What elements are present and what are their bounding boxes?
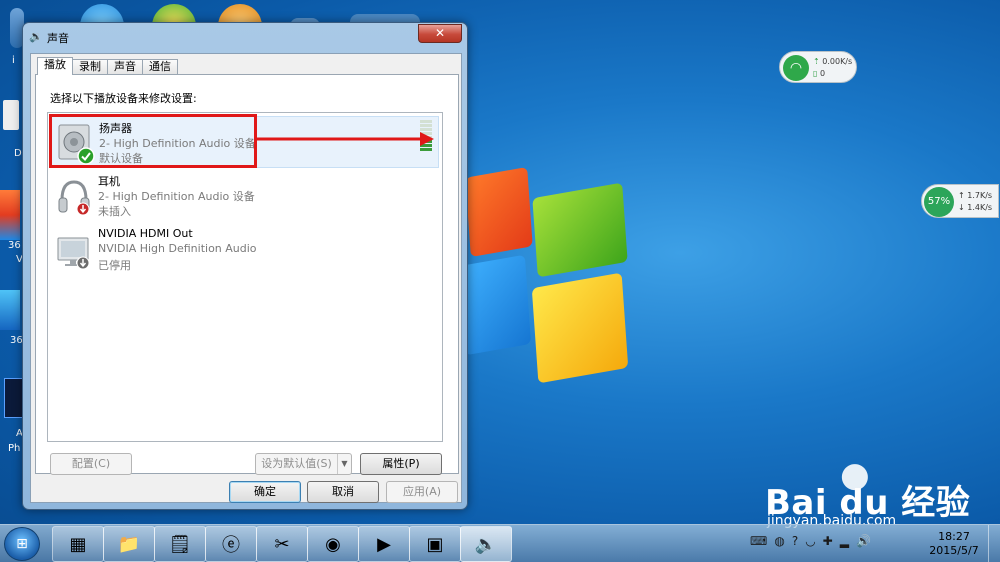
- shield-plus-icon[interactable]: ✚: [823, 534, 833, 548]
- device-status: 已停用: [98, 259, 131, 272]
- download-arrow-icon: ▯: [813, 69, 818, 78]
- cancel-button[interactable]: 取消: [307, 481, 379, 503]
- system-tray: ⌨ ◍ ? ◡ ✚ ▂ 🔊: [750, 534, 871, 548]
- help-icon[interactable]: ?: [792, 534, 798, 548]
- system-monitor-widget[interactable]: 57% ↑ 1.7K/s ↓ 1.4K/s: [921, 184, 999, 218]
- up-arrow-icon: ↑: [958, 191, 965, 200]
- device-hdmi[interactable]: NVIDIA HDMI Out NVIDIA High Definition A…: [51, 224, 439, 276]
- start-button[interactable]: ⊞: [4, 527, 40, 561]
- upload-rate: 1.7K/s: [967, 191, 993, 200]
- device-name: 耳机: [98, 175, 120, 188]
- disabled-badge-icon: [76, 256, 90, 270]
- sticky-notes-icon[interactable]: 🗒: [154, 526, 206, 562]
- baidu-jingyan-watermark: ● Bai du 经验 jingyan.baidu.com: [765, 455, 995, 529]
- clock-time: 18:27: [938, 530, 970, 543]
- set-default-button[interactable]: 设为默认值(S) ▼: [255, 453, 352, 475]
- annotation-arrow-icon: [256, 132, 434, 146]
- desktop-icon-photoshop[interactable]: [4, 378, 24, 418]
- screen-recorder-icon[interactable]: ▣: [409, 526, 461, 562]
- device-description: 2- High Definition Audio 设备: [98, 190, 255, 203]
- tab-playback[interactable]: 播放: [37, 57, 73, 75]
- download-speed: 0: [819, 69, 826, 78]
- cpu-percent: 57%: [924, 187, 954, 217]
- download-rate: 1.4K/s: [967, 203, 993, 212]
- tab-sounds[interactable]: 声音: [107, 59, 143, 75]
- tab-strip: 播放 录制 声音 通信: [37, 57, 178, 75]
- set-default-label: 设为默认值(S): [261, 457, 332, 470]
- device-status: 未插入: [98, 205, 131, 218]
- level-bar: [420, 120, 432, 123]
- taskbar-clock[interactable]: 18:27 2015/5/7: [928, 530, 980, 558]
- sound-dialog: 🔉 声音 ✕ 播放 录制 声音 通信 选择以下播放设备来修改设置: 扬声器 2-…: [22, 22, 468, 510]
- tab-communications[interactable]: 通信: [142, 59, 178, 75]
- volume-icon[interactable]: 🔊: [856, 534, 871, 548]
- desktop-icon-360-security[interactable]: [0, 190, 20, 240]
- keyboard-icon[interactable]: ⌨: [750, 534, 767, 548]
- annotation-highlight-box: [49, 114, 257, 168]
- playback-device-list[interactable]: 扬声器 2- High Definition Audio 设备 默认设备 耳机 …: [47, 112, 443, 442]
- unplugged-badge-icon: [76, 202, 90, 216]
- dropdown-arrow-icon[interactable]: ▼: [337, 454, 351, 474]
- snipping-tool-icon[interactable]: ✂: [256, 526, 308, 562]
- media-player-icon[interactable]: ▶: [358, 526, 410, 562]
- apply-button[interactable]: 应用(A): [386, 481, 458, 503]
- desktop-icon-360-browser[interactable]: [0, 290, 20, 330]
- device-headphones[interactable]: 耳机 2- High Definition Audio 设备 未插入: [51, 170, 439, 222]
- folder-icon[interactable]: 📁: [103, 526, 155, 562]
- windows-explorer-tiles-icon[interactable]: ▦: [52, 526, 104, 562]
- device-description: NVIDIA High Definition Audio: [98, 242, 257, 255]
- chrome-icon[interactable]: ◉: [307, 526, 359, 562]
- speaker-title-icon: 🔉: [29, 30, 43, 43]
- qq-icon[interactable]: ◍: [774, 534, 784, 548]
- network-speed-widget[interactable]: ◠ ⇡ 0.00K/s ▯ 0: [779, 51, 857, 83]
- show-desktop-button[interactable]: [988, 525, 1000, 562]
- configure-button[interactable]: 配置(C): [50, 453, 132, 475]
- title-bar[interactable]: 🔉 声音 ✕: [23, 23, 467, 51]
- instruction-text: 选择以下播放设备来修改设置:: [50, 92, 197, 105]
- device-name: NVIDIA HDMI Out: [98, 227, 193, 240]
- taskbar: ⊞ ▦ 📁 🗒 ⓔ ✂ ◉ ▶ ▣ 🔈 ⌨ ◍ ? ◡ ✚ ▂ 🔊 18:27 …: [0, 524, 1000, 562]
- ok-button[interactable]: 确定: [229, 481, 301, 503]
- tray-wifi-icon[interactable]: ◡: [805, 534, 815, 548]
- level-bar: [420, 124, 432, 127]
- tab-recording[interactable]: 录制: [72, 59, 108, 75]
- properties-button[interactable]: 属性(P): [360, 453, 442, 475]
- ie-browser-icon[interactable]: ⓔ: [205, 526, 257, 562]
- playback-panel: 选择以下播放设备来修改设置: 扬声器 2- High Definition Au…: [35, 74, 459, 475]
- upload-arrow-icon: ⇡: [813, 57, 820, 66]
- desktop-icon-doc[interactable]: [3, 100, 19, 130]
- signal-bars-icon[interactable]: ▂: [840, 534, 849, 548]
- down-arrow-icon: ↓: [958, 203, 965, 212]
- upload-speed: 0.00K/s: [822, 57, 853, 66]
- dialog-title: 声音: [47, 32, 69, 45]
- dialog-client: 播放 录制 声音 通信 选择以下播放设备来修改设置: 扬声器 2- High D…: [30, 53, 462, 503]
- close-button[interactable]: ✕: [418, 24, 462, 43]
- sound-speaker-icon[interactable]: 🔈: [460, 526, 512, 562]
- wifi-icon: ◠: [783, 55, 809, 81]
- clock-date: 2015/5/7: [929, 544, 979, 557]
